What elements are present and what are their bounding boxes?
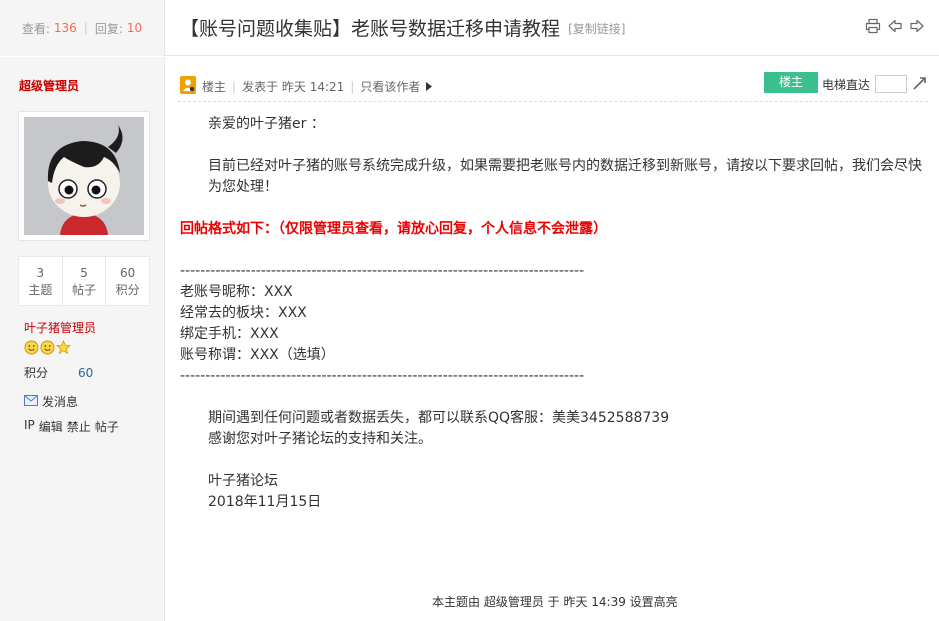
thanks-line: 感谢您对叶子猪论坛的支持和关注。 xyxy=(208,431,432,447)
stat-posts[interactable]: 5 帖子 xyxy=(61,257,106,305)
author-sidebar: 超级管理员 3 主题 5 帖子 60 积分 叶子猪管理员 积分 60 发消息 I… xyxy=(0,57,165,621)
stats-divider: | xyxy=(83,21,88,35)
admin-link-ban[interactable]: 禁止 xyxy=(67,418,91,435)
views-count: 136 xyxy=(53,21,77,35)
avatar-image xyxy=(24,117,144,235)
mail-icon xyxy=(24,394,38,409)
floor-badge: 楼主 xyxy=(764,72,818,93)
divider-line: ----------------------------------------… xyxy=(180,368,585,384)
field-old-nickname: 老账号昵称：XXX xyxy=(180,284,293,300)
jump-floor-input[interactable] xyxy=(875,75,907,93)
prev-thread-icon[interactable] xyxy=(887,18,903,34)
stat-value: 5 xyxy=(80,266,88,280)
jump-label: 电梯直达 xyxy=(822,78,871,92)
admin-link-posts[interactable]: 帖子 xyxy=(95,418,119,435)
field-account-title: 账号称谓：XXX（选填） xyxy=(180,347,335,363)
stat-label: 主题 xyxy=(28,283,53,297)
thread-stats: 查看: 136 | 回复: 10 xyxy=(0,0,165,56)
floor-label: 楼主 xyxy=(202,80,227,94)
admin-link-ip[interactable]: IP xyxy=(24,418,35,435)
signature: 叶子猪论坛 xyxy=(208,473,278,489)
jump-go-icon[interactable] xyxy=(912,75,928,95)
post-time: 发表于 昨天 14:21 xyxy=(242,80,345,94)
thread-tools xyxy=(865,18,925,34)
admin-link-edit[interactable]: 编辑 xyxy=(39,418,63,435)
online-user-icon xyxy=(180,76,196,94)
replies-label: 回复: xyxy=(94,21,123,36)
thread-title-text: 【账号问题收集贴】老账号数据迁移申请教程 xyxy=(180,18,561,40)
copy-link-button[interactable]: [复制链接] xyxy=(568,22,625,36)
send-message-link[interactable]: 发消息 xyxy=(24,393,78,410)
admin-links: IP 编辑 禁止 帖子 xyxy=(24,418,119,435)
post-content: 亲爱的叶子猪er ： 目前已经对叶子猪的账号系统完成升级，如果需要把老账号内的数… xyxy=(180,114,930,513)
meta-divider: | xyxy=(232,79,237,94)
stat-value: 60 xyxy=(120,266,136,280)
points-row: 积分 60 xyxy=(24,364,93,381)
stat-label: 帖子 xyxy=(72,283,97,297)
stat-points[interactable]: 60 积分 xyxy=(105,257,149,305)
stat-label: 积分 xyxy=(115,283,140,297)
field-frequent-board: 经常去的板块：XXX xyxy=(180,305,307,321)
highlight-note: 本主题由 超级管理员 于 昨天 14:39 设置高亮 xyxy=(432,595,678,609)
smiley-icon xyxy=(40,340,55,359)
rank-medals xyxy=(24,339,72,359)
stat-threads[interactable]: 3 主题 xyxy=(19,257,62,305)
triangle-right-icon xyxy=(426,80,433,94)
intro-paragraph: 目前已经对叶子猪的账号系统完成升级，如果需要把老账号内的数据迁移到新账号，请按以… xyxy=(208,158,922,195)
replies-count: 10 xyxy=(126,21,143,35)
print-icon[interactable] xyxy=(865,18,881,34)
thread-title: 【账号问题收集贴】老账号数据迁移申请教程 [复制链接] xyxy=(180,14,625,41)
greeting: 亲爱的叶子猪er ： xyxy=(208,116,325,132)
only-author-link[interactable]: 只看该作者 xyxy=(360,78,420,95)
avatar[interactable] xyxy=(18,111,150,241)
post-date: 2018年11月15日 xyxy=(208,494,322,510)
thread-header: 查看: 136 | 回复: 10 【账号问题收集贴】老账号数据迁移申请教程 [复… xyxy=(0,0,939,56)
contact-line: 期间遇到任何问题或者数据丢失，都可以联系QQ客服：美美3452588739 xyxy=(208,410,670,426)
meta-divider: | xyxy=(350,79,355,94)
field-bound-phone: 绑定手机：XXX xyxy=(180,326,279,342)
stat-value: 3 xyxy=(36,266,45,280)
author-stats: 3 主题 5 帖子 60 积分 xyxy=(18,256,150,306)
views-label: 查看: xyxy=(21,21,50,36)
next-thread-icon[interactable] xyxy=(909,18,925,34)
points-label: 积分 xyxy=(24,366,49,380)
format-title: 回帖格式如下：（仅限管理员查看，请放心回复，个人信息不会泄露） xyxy=(180,221,607,237)
author-name[interactable]: 超级管理员 xyxy=(19,77,79,94)
post-header: 楼主 | 发表于 昨天 14:21 | 只看该作者 楼主 电梯直达 xyxy=(178,72,928,102)
post-meta: 楼主 | 发表于 昨天 14:21 | 只看该作者 xyxy=(202,78,433,95)
points-value: 60 xyxy=(78,366,94,380)
star-icon xyxy=(55,339,72,359)
smiley-icon xyxy=(24,340,39,359)
user-group[interactable]: 叶子猪管理员 xyxy=(24,319,96,336)
divider-line: ----------------------------------------… xyxy=(180,263,585,279)
send-message-label: 发消息 xyxy=(42,395,79,409)
